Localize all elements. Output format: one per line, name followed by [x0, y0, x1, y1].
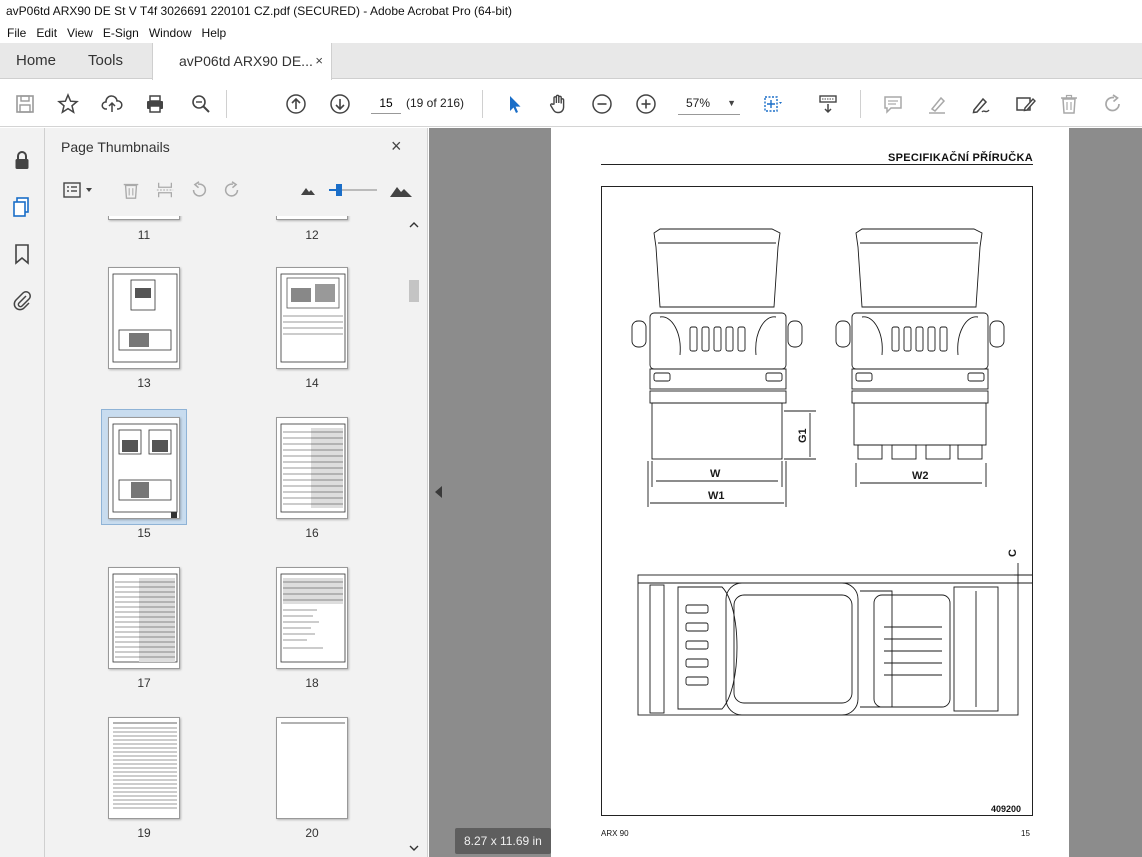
page-thumbnail-17[interactable]	[108, 567, 180, 669]
hand-icon[interactable]	[545, 91, 571, 117]
page-footer-model: ARX 90	[601, 829, 629, 838]
dim-label-w2: W2	[912, 470, 929, 482]
delete-page-icon[interactable]	[119, 178, 143, 202]
pages-icon[interactable]	[10, 195, 34, 219]
page-thumbnail-19[interactable]	[108, 717, 180, 819]
search-zoom-icon[interactable]	[188, 91, 214, 117]
viewer-right-margin	[1071, 128, 1142, 857]
collapse-panel-icon[interactable]	[435, 486, 442, 498]
page-thumbnail-11[interactable]	[108, 216, 180, 220]
upload-icon[interactable]	[99, 91, 125, 117]
menu-help[interactable]: Help	[197, 26, 232, 40]
thumbnail-label: 17	[137, 676, 151, 690]
thumbnail-label: 19	[137, 826, 151, 840]
chevron-down-icon: ▼	[727, 98, 736, 108]
figure-id: 409200	[991, 804, 1022, 814]
panel-title: Page Thumbnails	[61, 139, 170, 155]
thumbnail-label: 14	[305, 376, 319, 390]
rotate-left-icon[interactable]	[187, 178, 211, 202]
dim-label-c: C	[1007, 549, 1019, 557]
thumbnail-smaller-icon[interactable]	[299, 178, 317, 202]
zoom-value: 57%	[686, 96, 711, 110]
page-thumbnail-12[interactable]	[276, 216, 348, 220]
rotate-right-icon[interactable]	[220, 178, 244, 202]
next-page-icon[interactable]	[327, 91, 353, 117]
page-thumbnail-14[interactable]	[276, 267, 348, 369]
comment-icon[interactable]	[880, 91, 906, 117]
menu-esign[interactable]: E-Sign	[98, 26, 144, 40]
close-icon[interactable]: ×	[391, 136, 402, 157]
page-thumbnail-16[interactable]	[276, 417, 348, 519]
toolbar-separator	[482, 90, 483, 118]
page-footer-number: 15	[1021, 829, 1030, 838]
lock-icon[interactable]	[10, 148, 34, 172]
document-page: SPECIFIKAČNÍ PŘÍRUČKA W W1 W2 G1 C 40920…	[551, 128, 1069, 857]
page-size-indicator: 8.27 x 11.69 in	[455, 828, 551, 854]
technical-drawing: W W1 W2 G1 C	[631, 228, 1032, 716]
redo-icon[interactable]	[1100, 91, 1126, 117]
fill-form-icon[interactable]	[1012, 91, 1038, 117]
thumbnail-scrollbar[interactable]	[407, 216, 421, 857]
print-icon[interactable]	[142, 91, 168, 117]
tab-document-label: avP06td ARX90 DE...	[179, 53, 313, 69]
thumbnail-larger-icon[interactable]	[389, 178, 413, 202]
toolbar-separator	[226, 90, 227, 118]
scroll-mode-icon[interactable]	[815, 91, 841, 117]
zoom-select[interactable]: 57% ▼	[678, 91, 740, 115]
menu-window[interactable]: Window	[144, 26, 197, 40]
thumbnail-label: 20	[305, 826, 319, 840]
panel-toolbar	[45, 172, 415, 208]
page-thumbnail-20[interactable]	[276, 717, 348, 819]
main-toolbar	[0, 80, 1142, 127]
bookmark-icon[interactable]	[10, 242, 34, 266]
drawing-frame: W W1 W2 G1 C	[601, 186, 1033, 816]
dim-label-w: W	[710, 468, 721, 480]
thumbnail-label: 16	[305, 526, 319, 540]
document-viewer[interactable]: SPECIFIKAČNÍ PŘÍRUČKA W W1 W2 G1 C 40920…	[429, 128, 1142, 857]
thumbnail-label: 18	[305, 676, 319, 690]
page-thumbnail-13[interactable]	[108, 267, 180, 369]
sign-icon[interactable]	[968, 91, 994, 117]
thumbnail-label: 13	[137, 376, 151, 390]
attachment-icon[interactable]	[10, 288, 34, 312]
menu-bar: File Edit View E-Sign Window Help	[0, 22, 1142, 43]
page-header: SPECIFIKAČNÍ PŘÍRUČKA	[887, 152, 1033, 164]
page-number-input[interactable]	[371, 92, 401, 114]
tab-tools[interactable]: Tools	[88, 43, 123, 79]
dim-label-g1: G1	[797, 428, 809, 443]
dim-label-w1: W1	[708, 490, 725, 502]
page-count-label: (19 of 216)	[406, 96, 465, 110]
thumbnail-label: 12	[305, 228, 319, 242]
left-rail	[0, 128, 45, 857]
highlight-icon[interactable]	[924, 91, 950, 117]
prev-page-icon[interactable]	[283, 91, 309, 117]
thumbnail-list[interactable]: 11 12 13 14 15 16 17 18 19 20	[45, 216, 405, 857]
menu-view[interactable]: View	[62, 26, 98, 40]
tab-home[interactable]: Home	[16, 43, 56, 79]
header-rule	[601, 164, 1033, 165]
thumbnails-panel: Page Thumbnails × 11 12 13 14 15 16 17 1…	[45, 128, 428, 857]
zoom-in-icon[interactable]	[633, 91, 659, 117]
tab-document[interactable]: avP06td ARX90 DE... ×	[152, 43, 332, 80]
menu-file[interactable]: File	[2, 26, 31, 40]
extract-page-icon[interactable]	[153, 178, 177, 202]
thumbnail-label: 11	[137, 228, 151, 242]
thumbnail-size-slider[interactable]	[327, 178, 379, 202]
save-icon[interactable]	[12, 91, 38, 117]
zoom-out-icon[interactable]	[589, 91, 615, 117]
toolbar-separator	[860, 90, 861, 118]
window-title: avP06td ARX90 DE St V T4f 3026691 220101…	[0, 0, 1142, 22]
menu-edit[interactable]: Edit	[31, 26, 62, 40]
tab-bar: Home Tools avP06td ARX90 DE... ×	[0, 43, 1142, 80]
bookmark-star-icon[interactable]	[55, 91, 81, 117]
thumbnail-label: 15	[137, 526, 151, 540]
tab-close-icon[interactable]: ×	[315, 43, 323, 79]
select-arrow-icon[interactable]	[502, 91, 528, 117]
marquee-zoom-icon[interactable]	[760, 91, 786, 117]
thumbnail-options-icon[interactable]	[61, 178, 97, 202]
scrollbar-thumb[interactable]	[409, 280, 419, 302]
page-thumbnail-18[interactable]	[276, 567, 348, 669]
delete-icon[interactable]	[1056, 91, 1082, 117]
page-thumbnail-15[interactable]	[108, 417, 180, 519]
